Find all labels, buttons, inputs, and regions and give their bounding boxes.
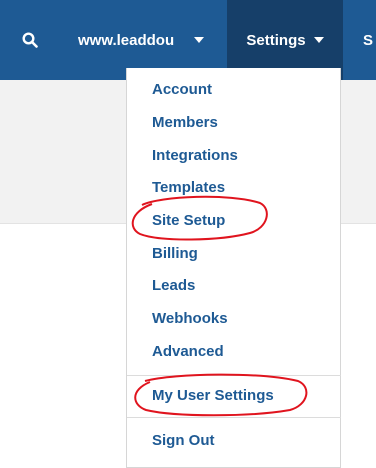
menu-item-site-setup[interactable]: Site Setup	[152, 212, 225, 229]
settings-label: Settings	[246, 31, 306, 49]
menu-item-webhooks[interactable]: Webhooks	[152, 310, 228, 327]
menu-item-integrations[interactable]: Integrations	[152, 147, 238, 164]
menu-item-advanced[interactable]: Advanced	[152, 343, 224, 360]
menu-item-account[interactable]: Account	[152, 81, 212, 98]
next-nav-tab[interactable]: S	[363, 0, 376, 80]
next-nav-tab-label: S	[363, 31, 374, 49]
menu-item-leads[interactable]: Leads	[152, 277, 195, 294]
search-icon	[22, 32, 38, 48]
menu-item-billing[interactable]: Billing	[152, 245, 198, 262]
menu-divider	[127, 417, 341, 418]
menu-divider	[127, 375, 341, 376]
menu-item-sign-out[interactable]: Sign Out	[152, 432, 215, 449]
menu-item-templates[interactable]: Templates	[152, 179, 225, 196]
search-button[interactable]	[0, 0, 60, 80]
chevron-down-icon	[313, 37, 324, 43]
site-switcher-label: www.leaddou	[78, 31, 175, 49]
settings-dropdown-menu: Account Members Integrations Templates S…	[126, 68, 341, 468]
chevron-down-icon	[194, 37, 204, 43]
menu-item-my-user-settings[interactable]: My User Settings	[152, 387, 274, 404]
menu-item-members[interactable]: Members	[152, 114, 218, 131]
